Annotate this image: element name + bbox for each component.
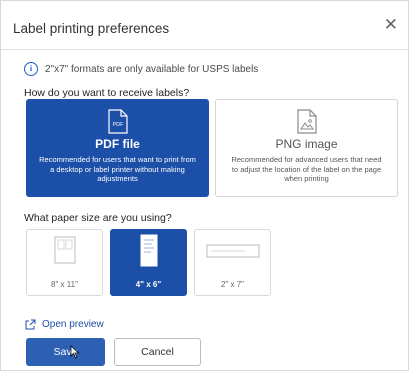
png-image-option[interactable]: PNG image Recommended for advanced users… bbox=[215, 99, 398, 197]
open-preview-link[interactable]: Open preview bbox=[25, 319, 104, 330]
cancel-button[interactable]: Cancel bbox=[114, 338, 201, 366]
paper-size-question: What paper size are you using? bbox=[24, 212, 172, 224]
letter-sheet-icon bbox=[54, 236, 75, 264]
mouse-cursor-icon bbox=[70, 345, 80, 359]
image-file-icon bbox=[296, 109, 317, 134]
label-sheet-icon bbox=[140, 234, 157, 267]
external-link-icon bbox=[25, 319, 36, 330]
save-button[interactable]: Save bbox=[26, 338, 105, 366]
paper-size-label: 2" x 7" bbox=[220, 280, 245, 289]
png-option-description: Recommended for advanced users that need… bbox=[231, 155, 382, 183]
paper-size-4x6[interactable]: 4" x 6" bbox=[110, 229, 187, 296]
close-icon[interactable]: ✕ bbox=[384, 15, 398, 35]
paper-size-label: 4" x 6" bbox=[135, 280, 162, 289]
pdf-file-icon: PDF bbox=[107, 109, 128, 134]
paper-size-8x11[interactable]: 8" x 11" bbox=[26, 229, 103, 296]
info-text: 2"x7" formats are only available for USP… bbox=[45, 63, 259, 75]
info-icon: i bbox=[24, 62, 38, 76]
paper-size-label: 8" x 11" bbox=[51, 280, 78, 289]
open-preview-label: Open preview bbox=[42, 319, 104, 330]
dialog-header: Label printing preferences ✕ bbox=[1, 1, 408, 50]
strip-label-icon bbox=[206, 244, 259, 258]
png-option-name: PNG image bbox=[275, 137, 338, 151]
pdf-option-description: Recommended for users that want to print… bbox=[39, 155, 196, 183]
receive-question: How do you want to receive labels? bbox=[24, 87, 190, 99]
info-note: i 2"x7" formats are only available for U… bbox=[24, 62, 258, 76]
pdf-file-option[interactable]: PDF PDF file Recommended for users that … bbox=[26, 99, 209, 197]
pdf-option-name: PDF file bbox=[95, 137, 140, 151]
label-preferences-dialog: Label printing preferences ✕ i 2"x7" for… bbox=[0, 0, 409, 371]
pdf-icon-text: PDF bbox=[112, 122, 124, 128]
dialog-title: Label printing preferences bbox=[13, 21, 170, 36]
paper-size-2x7[interactable]: 2" x 7" bbox=[194, 229, 271, 296]
